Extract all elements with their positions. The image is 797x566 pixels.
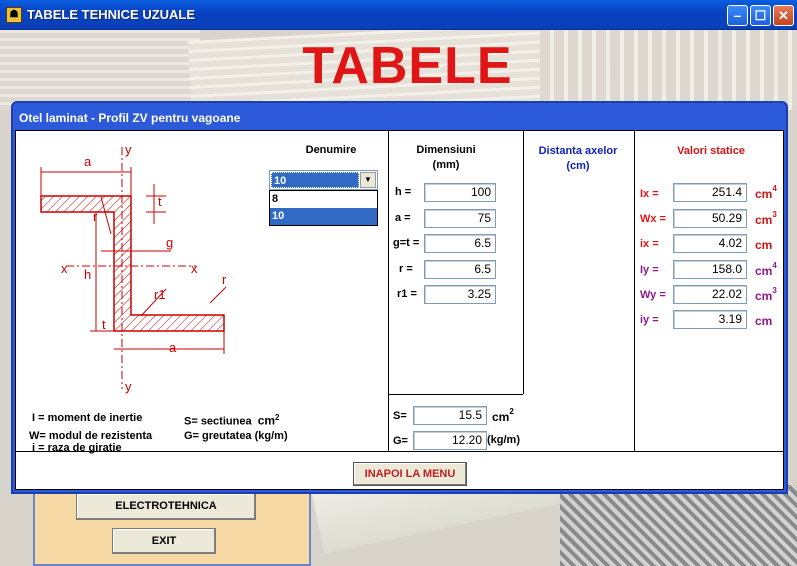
valori-statice-header: Valori statice xyxy=(677,145,745,157)
g-label: G= xyxy=(393,435,408,447)
main-menu-panel: ELECTROTEHNICA EXIT xyxy=(33,490,311,566)
s-unit: cm2 xyxy=(492,407,514,424)
dialog-content: a a y y x x t g h r r1 t r Denumire 10 ▼… xyxy=(15,130,784,490)
ix-moment-label: Ix = xyxy=(640,188,659,200)
fabric-image xyxy=(560,485,797,566)
dim-h: h xyxy=(84,267,91,282)
axis-y-bottom: y xyxy=(125,379,132,394)
footer-divider xyxy=(16,451,783,452)
row-divider xyxy=(389,394,523,395)
distanta-unit: (cm) xyxy=(566,160,590,172)
legend-modul: W= modul de rezistenta xyxy=(29,430,153,442)
dim-g: g xyxy=(166,235,173,250)
g-unit: (kg/m) xyxy=(487,434,520,446)
wx-unit: cm3 xyxy=(755,210,777,227)
legend-raza: i = raza de giratie xyxy=(32,442,122,454)
h-field[interactable]: 100 xyxy=(424,183,496,202)
iy-radius-label: iy = xyxy=(640,314,659,326)
distanta-header: Distanta axelor xyxy=(538,145,618,157)
ix-moment-field[interactable]: 251.4 xyxy=(673,183,747,202)
banner-title: TABELE xyxy=(302,37,513,95)
close-button[interactable]: ✕ xyxy=(773,5,794,26)
back-to-menu-button[interactable]: INAPOI LA MENU xyxy=(353,462,467,486)
column-divider xyxy=(388,131,389,451)
dim-r1: r1 xyxy=(154,287,166,302)
dim-r-inner: r xyxy=(93,209,98,224)
denumire-header: Denumire xyxy=(305,144,357,156)
dim-t: t xyxy=(158,194,162,209)
dropdown-option[interactable]: 8 xyxy=(270,191,377,208)
dim-t-bottom: t xyxy=(102,317,106,332)
wy-unit: cm3 xyxy=(755,286,777,303)
legend-greutate: G= greutatea (kg/m) xyxy=(184,430,288,442)
dim-a-bottom: a xyxy=(169,340,177,355)
g-field[interactable]: 12.20 xyxy=(413,431,487,450)
r-label: r = xyxy=(399,263,413,275)
window-title: TABELE TEHNICE UZUALE xyxy=(27,7,196,22)
axis-x-right: x xyxy=(191,261,198,276)
h-label: h = xyxy=(395,186,412,198)
g-t-label: g=t = xyxy=(393,237,420,249)
app-icon[interactable]: ☗ xyxy=(6,7,22,23)
profile-dialog: Otel laminat - Profil ZV pentru vagoane xyxy=(11,101,788,494)
dimensiuni-header: Dimensiuni xyxy=(416,144,476,156)
ix-radius-field[interactable]: 4.02 xyxy=(673,234,747,253)
legend-sectiune: S= sectiunea cm2 xyxy=(184,413,280,428)
dim-a-top: a xyxy=(84,154,92,169)
axis-y-top: y xyxy=(125,142,132,157)
iy-moment-field[interactable]: 158.0 xyxy=(673,260,747,279)
minimize-button[interactable]: ‒ xyxy=(727,5,748,26)
exit-button[interactable]: EXIT xyxy=(112,528,216,554)
iy-radius-field[interactable]: 3.19 xyxy=(673,310,747,329)
a-label: a = xyxy=(395,212,411,224)
r1-label: r1 = xyxy=(397,288,417,300)
wy-field[interactable]: 22.02 xyxy=(673,285,747,304)
electrotehnica-button[interactable]: ELECTROTEHNICA xyxy=(76,493,256,520)
ix-radius-unit: cm xyxy=(755,238,773,252)
a-field[interactable]: 75 xyxy=(424,209,496,228)
r1-field[interactable]: 3.25 xyxy=(424,285,496,304)
iy-radius-unit: cm xyxy=(755,314,773,328)
s-label: S= xyxy=(393,410,407,422)
dim-r: r xyxy=(222,272,227,287)
wx-label: Wx = xyxy=(640,213,666,225)
r-field[interactable]: 6.5 xyxy=(424,260,496,279)
g-t-field[interactable]: 6.5 xyxy=(424,234,496,253)
profile-select[interactable]: 10 ▼ xyxy=(269,170,378,190)
profile-drawing: a a y y x x t g h r r1 t r xyxy=(40,142,227,394)
legend-moment: I = moment de inertie xyxy=(32,412,143,424)
iy-moment-label: Iy = xyxy=(640,264,659,276)
dialog-title: Otel laminat - Profil ZV pentru vagoane xyxy=(19,111,241,125)
axis-x-left: x xyxy=(61,261,68,276)
column-divider xyxy=(523,131,524,394)
dropdown-option[interactable]: 10 xyxy=(270,208,377,225)
window-titlebar: ☗ TABELE TEHNICE UZUALE ‒ ☐ ✕ xyxy=(0,0,797,30)
wy-label: Wy = xyxy=(640,289,666,301)
iy-moment-unit: cm4 xyxy=(755,261,777,278)
chevron-down-icon[interactable]: ▼ xyxy=(360,172,376,188)
s-field[interactable]: 15.5 xyxy=(413,406,487,425)
ix-radius-label: ix = xyxy=(640,238,659,250)
profile-select-value: 10 xyxy=(271,172,359,188)
column-divider xyxy=(634,131,635,451)
profile-dropdown-list: 8 10 xyxy=(269,190,378,226)
maximize-button[interactable]: ☐ xyxy=(750,5,771,26)
dimension-lines xyxy=(40,147,227,389)
ix-moment-unit: cm4 xyxy=(755,184,777,201)
wx-field[interactable]: 50.29 xyxy=(673,209,747,228)
dimensiuni-unit: (mm) xyxy=(432,159,460,171)
